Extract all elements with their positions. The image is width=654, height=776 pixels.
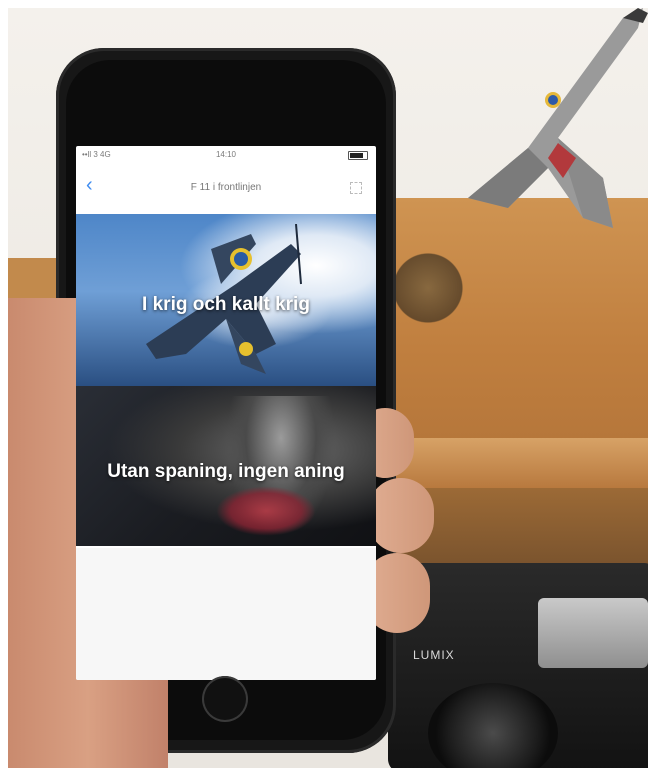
camera-top <box>538 598 648 668</box>
status-time: 14:10 <box>215 150 237 159</box>
card-title: Utan spaning, ingen aning <box>107 461 345 482</box>
card-loading[interactable] <box>76 548 376 680</box>
status-bar: ••ll 3 4G 14:10 <box>76 146 376 164</box>
card-reconnaissance[interactable]: Utan spaning, ingen aning <box>76 386 376 546</box>
home-button[interactable] <box>202 676 248 722</box>
phone-screen: ••ll 3 4G 14:10 ‹ F 11 i frontlinjen I k… <box>76 146 376 680</box>
finger <box>368 478 434 553</box>
card-cold-war[interactable]: I krig och kallt krig <box>76 214 376 386</box>
model-jet <box>468 8 648 228</box>
nav-bar: ‹ F 11 i frontlinjen <box>76 166 376 206</box>
emblem-badge <box>388 248 468 328</box>
nav-title: F 11 i frontlinjen <box>190 182 262 193</box>
battery-icon <box>348 151 368 160</box>
red-highlight <box>216 486 316 536</box>
camera-brand-label: LUMIX <box>413 648 455 662</box>
fullscreen-icon[interactable] <box>350 182 362 194</box>
photo-scene: LUMIX ••ll 3 4G 14:10 ‹ F 11 i frontlinj… <box>8 8 648 768</box>
card-title: I krig och kallt krig <box>142 294 310 315</box>
